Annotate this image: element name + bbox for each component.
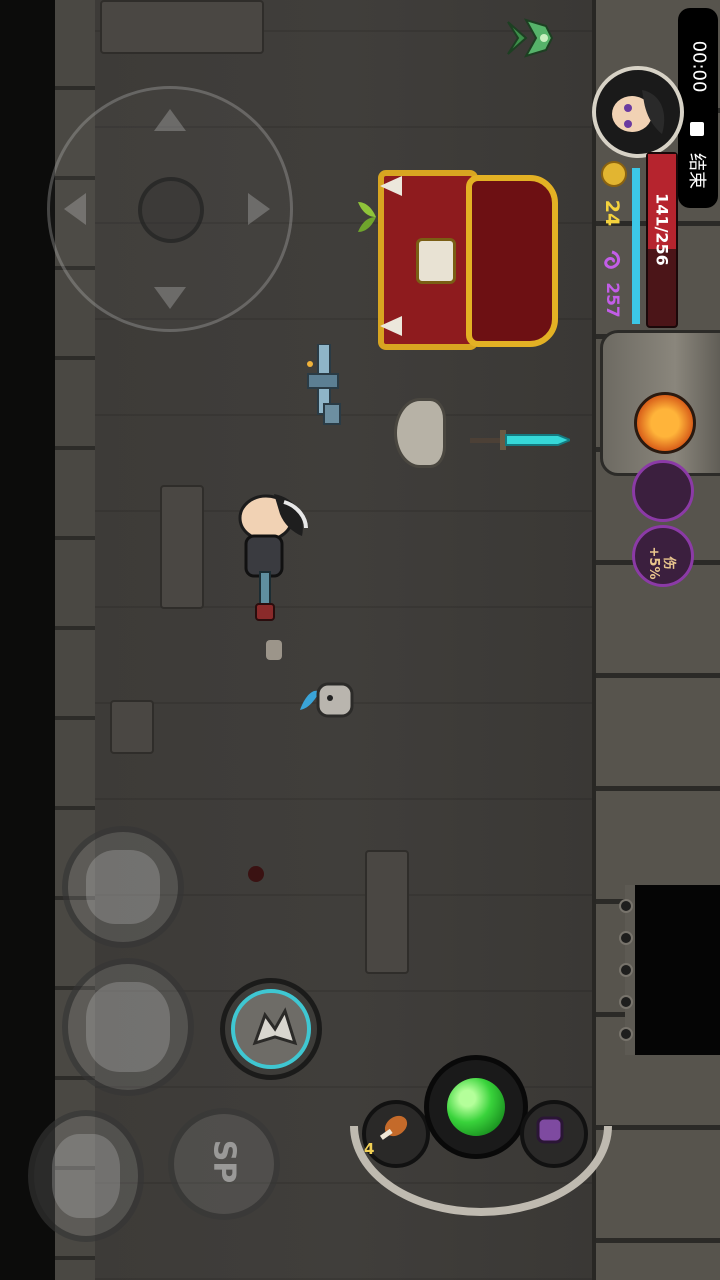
- movement-joystick[interactable]: [47, 86, 293, 332]
- recording-time: 00:00: [688, 40, 710, 93]
- door-frame-bolts: [617, 890, 635, 1050]
- sp-label: SP: [206, 1139, 242, 1184]
- chest-lock-icon: [416, 238, 456, 284]
- screen-recorder-panel: 00:00 结束: [678, 8, 718, 208]
- attack-button[interactable]: [62, 826, 184, 948]
- arrow-left-icon: [64, 193, 86, 225]
- mana-bar-fill: [632, 168, 640, 324]
- fist-icon: [86, 850, 160, 924]
- dungeon-doorway: [625, 885, 720, 1055]
- potion-icon: [536, 1116, 564, 1144]
- floor-slab: [100, 0, 264, 54]
- chest-lid-open: [466, 175, 558, 347]
- fire-rune-buff-icon[interactable]: [634, 392, 696, 454]
- orb-core: [447, 1078, 505, 1136]
- chest-spike: [380, 176, 402, 196]
- game-screen: SP 4 00:00 结束 141/256 24 257 伤+5%: [0, 0, 720, 1280]
- boot-icon: [52, 1134, 120, 1218]
- weapon-button[interactable]: [62, 958, 194, 1096]
- arrow-up-icon: [154, 109, 186, 131]
- special-skill-button[interactable]: SP: [168, 1108, 280, 1220]
- avatar-face: [612, 90, 665, 134]
- end-recording-button[interactable]: 结束: [685, 141, 711, 201]
- dropped-ammo: [266, 640, 282, 660]
- primary-ability-orb[interactable]: [424, 1055, 528, 1159]
- gun-pickup[interactable]: [304, 344, 344, 428]
- cyan-sword-pickup[interactable]: [470, 426, 570, 454]
- armor-buff-icon[interactable]: [632, 460, 694, 522]
- mana-bar: [632, 168, 640, 324]
- floor-slab: [365, 850, 409, 974]
- sword-icon: [86, 982, 170, 1072]
- weapon-pedestal: [394, 398, 446, 468]
- gold-count: 24: [601, 199, 623, 227]
- arrow-down-icon: [154, 287, 186, 309]
- crown-icon: [507, 18, 554, 58]
- joystick-knob[interactable]: [138, 177, 204, 243]
- potion-slot[interactable]: [520, 1100, 588, 1168]
- wolf-skill-icon: [252, 1007, 298, 1046]
- soul-icon: [604, 250, 621, 269]
- dodge-button[interactable]: [28, 1110, 144, 1242]
- skill-cooldown-ring: [231, 989, 311, 1069]
- arrow-right-icon: [248, 193, 270, 225]
- stop-recording-icon[interactable]: [690, 122, 704, 136]
- food-count: 4: [364, 1140, 375, 1158]
- soul-count: 257: [602, 282, 622, 318]
- skill-button[interactable]: [220, 978, 322, 1080]
- ghost-pet: [300, 682, 354, 718]
- attack-buff-icon[interactable]: 伤+5%: [632, 525, 694, 587]
- attack-buff-label: 伤+5%: [646, 546, 676, 580]
- player-character: [238, 494, 308, 621]
- sprout-icon: [358, 202, 376, 232]
- floor-slab: [160, 485, 204, 609]
- floor-slab: [110, 700, 154, 754]
- health-text: 141/256: [652, 193, 672, 266]
- chest-spike: [380, 316, 402, 336]
- blood-stain: [248, 866, 264, 882]
- outer-darkness: [0, 0, 55, 1280]
- player-avatar[interactable]: [592, 66, 684, 158]
